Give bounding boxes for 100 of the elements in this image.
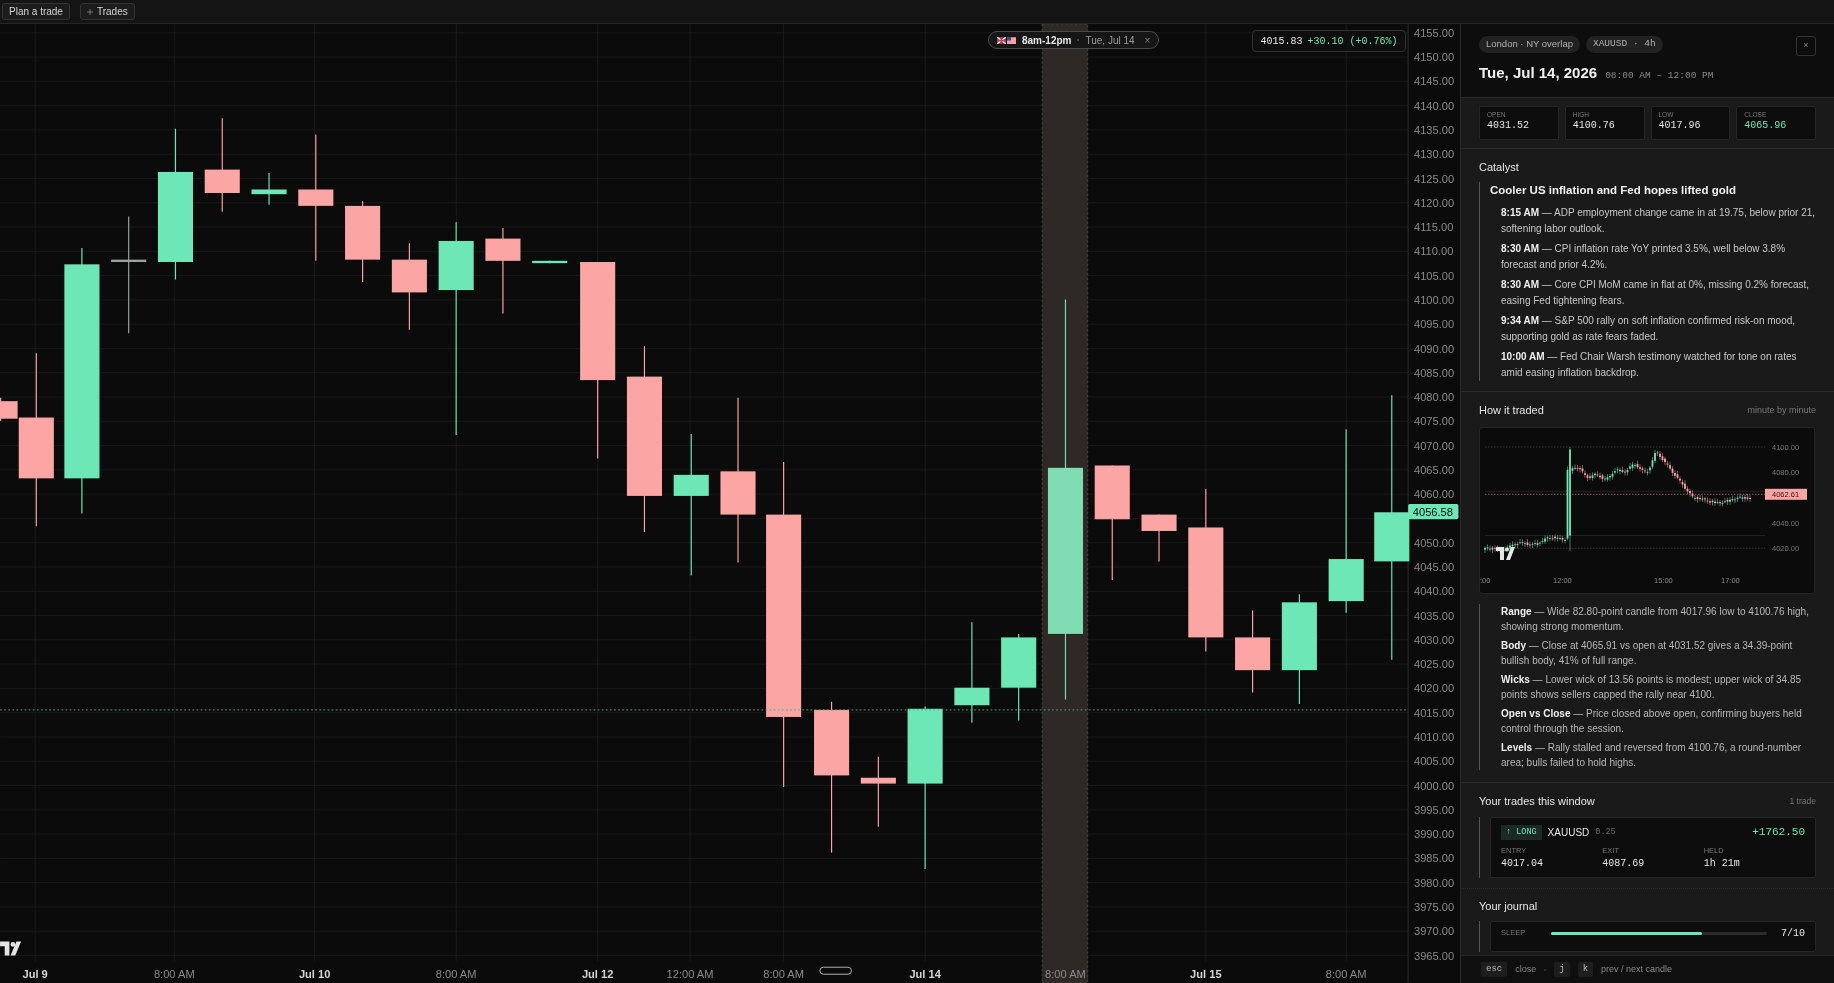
catalyst-event: 10:00 AM — Fed Chair Warsh testimony watched for tone on rates amid easing inflation backdrop. bbox=[1501, 350, 1798, 381]
time-label: Jul 15 bbox=[1190, 967, 1222, 980]
time-label: Jul 12 bbox=[581, 967, 614, 980]
time-label: 8:00 AM bbox=[1045, 967, 1086, 980]
shortcut-label: prev / next candle bbox=[1601, 962, 1673, 976]
time-range: 08:00 AM – 12:00 PM bbox=[1605, 69, 1714, 83]
price-label: 4025.00 bbox=[1414, 658, 1455, 671]
plan-trade-button[interactable]: Plan a trade bbox=[2, 3, 70, 20]
section-heading: Catalyst bbox=[1479, 159, 1520, 175]
logo-icon bbox=[1496, 546, 1515, 560]
price-label: 4130.00 bbox=[1414, 148, 1455, 161]
quote-price: 4015.83 bbox=[1260, 34, 1303, 49]
price-label: 4140.00 bbox=[1414, 99, 1455, 112]
catalyst-event: 8:30 AM — CPI inflation rate YoY printed 3.5%, well below 3.8% forecast and prior 4.2%. bbox=[1501, 242, 1787, 273]
price-label: 4040.00 bbox=[1414, 585, 1455, 598]
price-label: 4135.00 bbox=[1414, 124, 1455, 136]
price-label: 4125.00 bbox=[1414, 172, 1455, 185]
price-label: 4110.00 bbox=[1414, 245, 1454, 258]
time-label: Jul 10 bbox=[298, 967, 331, 980]
catalyst-event: 9:34 AM — S&P 500 rally on soft inflation confirmed risk-on mood, supporting gold as rate fears faded. bbox=[1501, 314, 1797, 345]
session-date: Tue, Jul 14 bbox=[1085, 33, 1135, 48]
direction-badge: ↑ LONG bbox=[1501, 825, 1542, 840]
session-pill[interactable]: 8am-12pm Tue, Jul 14 × bbox=[988, 31, 1160, 49]
time-label: Jul 9 bbox=[22, 967, 48, 980]
plus-icon bbox=[86, 8, 93, 15]
catalyst-event: 8:15 AM — ADP employment change came in at 19.75, below prior 21, softening labor outlook. bbox=[1501, 206, 1816, 237]
candle bbox=[1141, 514, 1177, 562]
price-label: 4155.00 bbox=[1414, 26, 1455, 39]
key-cap: j bbox=[1554, 962, 1570, 977]
time-label: Jul 14 bbox=[909, 967, 941, 980]
scroll-handle[interactable] bbox=[819, 966, 852, 975]
stat-value: 4100.76 bbox=[1572, 121, 1616, 131]
price-label: 4100.00 bbox=[1414, 294, 1455, 306]
field-value: 4017.04 bbox=[1501, 857, 1544, 871]
price-label: 4080.00 bbox=[1414, 391, 1455, 404]
time-label: 8:00 AM bbox=[1325, 967, 1367, 980]
price-label: 4050.00 bbox=[1414, 536, 1455, 549]
key-cap: esc bbox=[1481, 962, 1508, 977]
price-label: 4045.00 bbox=[1414, 561, 1455, 574]
analysis-note: Range — Wide 82.80-point candle from 4017.96 low to 4100.76 high, showing strong momentum. bbox=[1501, 604, 1810, 634]
price-label: 3970.00 bbox=[1414, 925, 1455, 938]
price-label: 3995.00 bbox=[1414, 803, 1455, 816]
field-value: 4087.69 bbox=[1602, 857, 1646, 871]
price-label: 4070.00 bbox=[1414, 439, 1455, 452]
journal-reading: 7/10 bbox=[1781, 926, 1805, 941]
price-label: 4010.00 bbox=[1414, 731, 1455, 744]
catalyst-title: Cooler US inflation and Fed hopes lifted gold bbox=[1490, 183, 1737, 198]
trade-pnl: +1762.50 bbox=[1752, 825, 1805, 841]
price-label: 4120.00 bbox=[1414, 196, 1455, 209]
price-label: 4115.00 bbox=[1414, 221, 1454, 234]
section-note: minute by minute bbox=[1747, 403, 1816, 417]
price-label: 4060.00 bbox=[1414, 488, 1455, 501]
session-hours: 8am-12pm bbox=[1022, 33, 1072, 48]
section-heading: How it traded bbox=[1479, 403, 1544, 419]
price-label: 4000.00 bbox=[1414, 779, 1455, 792]
field-value: 1h 21m bbox=[1703, 857, 1741, 871]
price-label: 4015.00 bbox=[1414, 706, 1455, 719]
quote-change: +30.10 (+0.76%) bbox=[1307, 34, 1398, 49]
price-label: 4035.00 bbox=[1414, 609, 1455, 622]
chip: London · NY overlap bbox=[1479, 36, 1580, 53]
analysis-note: Levels — Rally stalled and reversed from 4100.76, a round-number area; bulls failed to hold highs. bbox=[1501, 740, 1803, 770]
trade-size: 0.25 bbox=[1595, 826, 1616, 839]
key-cap: k bbox=[1577, 962, 1594, 977]
chip: XAUUSD · 4h bbox=[1585, 36, 1663, 53]
stat-value: 4031.52 bbox=[1487, 121, 1530, 131]
price-label: 4095.00 bbox=[1414, 318, 1455, 331]
panel-date: Tue, Jul 14, 2026 bbox=[1479, 63, 1598, 83]
time-label: 12:00 AM bbox=[666, 967, 714, 980]
price-label: 4090.00 bbox=[1414, 342, 1455, 355]
shortcut-label: close bbox=[1515, 962, 1537, 976]
analysis-note: Open vs Close — Price closed above open, confirming buyers held control through the session. bbox=[1501, 706, 1803, 736]
price-label: 3965.00 bbox=[1414, 949, 1455, 962]
price-label: 3980.00 bbox=[1414, 876, 1455, 889]
trade-count: 1 trade bbox=[1789, 794, 1816, 808]
price-label: 4065.00 bbox=[1414, 463, 1455, 476]
price-tag: 4056.58 bbox=[1408, 504, 1459, 520]
analysis-note: Body — Close at 4065.91 vs open at 4031.52 gives a 34.39-point bullish body, 41% of full range. bbox=[1501, 638, 1794, 668]
price-label: 4005.00 bbox=[1414, 755, 1455, 768]
price-label: 4105.00 bbox=[1414, 269, 1455, 282]
section-heading: Your trades this window bbox=[1479, 793, 1595, 809]
close-button[interactable]: × bbox=[1796, 36, 1816, 56]
price-label: 4145.00 bbox=[1414, 75, 1455, 88]
candle bbox=[532, 260, 568, 264]
price-label: 4075.00 bbox=[1414, 415, 1455, 428]
price-label: 4085.00 bbox=[1414, 366, 1455, 379]
price-label: 3975.00 bbox=[1414, 901, 1455, 914]
price-label: 3990.00 bbox=[1414, 828, 1455, 841]
candle bbox=[251, 172, 287, 206]
trades-button[interactable]: Trades bbox=[79, 3, 135, 20]
close-button[interactable]: × bbox=[1144, 32, 1151, 48]
time-label: 8:00 AM bbox=[763, 967, 804, 980]
section-heading: Your journal bbox=[1479, 899, 1539, 914]
price-label: 4150.00 bbox=[1414, 51, 1455, 64]
analysis-note: Wicks — Lower wick of 13.56 points is modest; upper wick of 34.85 points shows sellers capped the rally near 4100. bbox=[1501, 672, 1803, 702]
stat-value: 4017.96 bbox=[1658, 121, 1702, 131]
time-label: 8:00 AM bbox=[435, 967, 477, 980]
candle bbox=[860, 756, 896, 828]
time-label: 8:00 AM bbox=[153, 967, 195, 980]
logo-icon bbox=[0, 941, 22, 956]
stat-value: 4065.96 bbox=[1744, 121, 1788, 131]
